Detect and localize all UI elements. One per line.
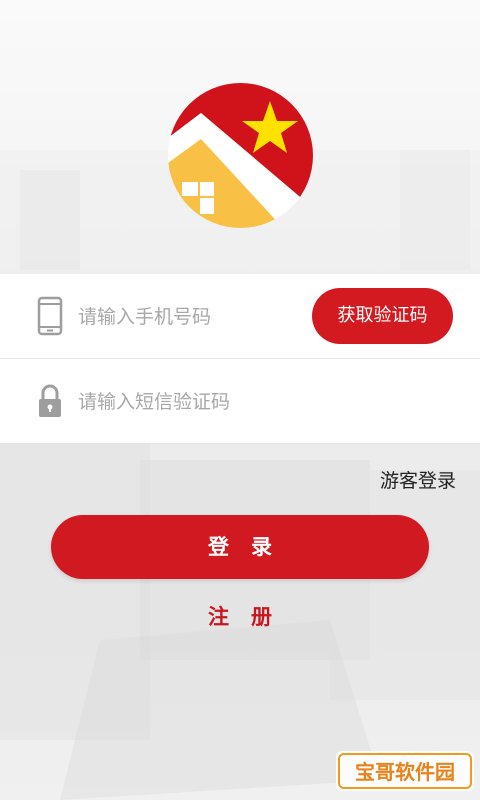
house-star-logo-icon (168, 83, 313, 228)
phone-icon (37, 296, 63, 336)
watermark-text: 宝哥软件园 (355, 760, 455, 784)
app-logo (168, 83, 313, 228)
watermark-logo: 宝哥软件园 (336, 751, 474, 791)
phone-input[interactable] (76, 298, 310, 336)
get-code-button[interactable]: 获取验证码 (312, 288, 453, 344)
register-link[interactable]: 注册 (0, 601, 480, 631)
login-form: 获取验证码 (0, 273, 480, 444)
guest-login-link[interactable]: 游客登录 (380, 466, 456, 493)
lock-icon (39, 384, 61, 417)
phone-row: 获取验证码 (0, 273, 480, 359)
sms-code-input[interactable] (76, 383, 440, 421)
login-button[interactable]: 登录 (51, 515, 429, 579)
sms-row (0, 359, 480, 444)
